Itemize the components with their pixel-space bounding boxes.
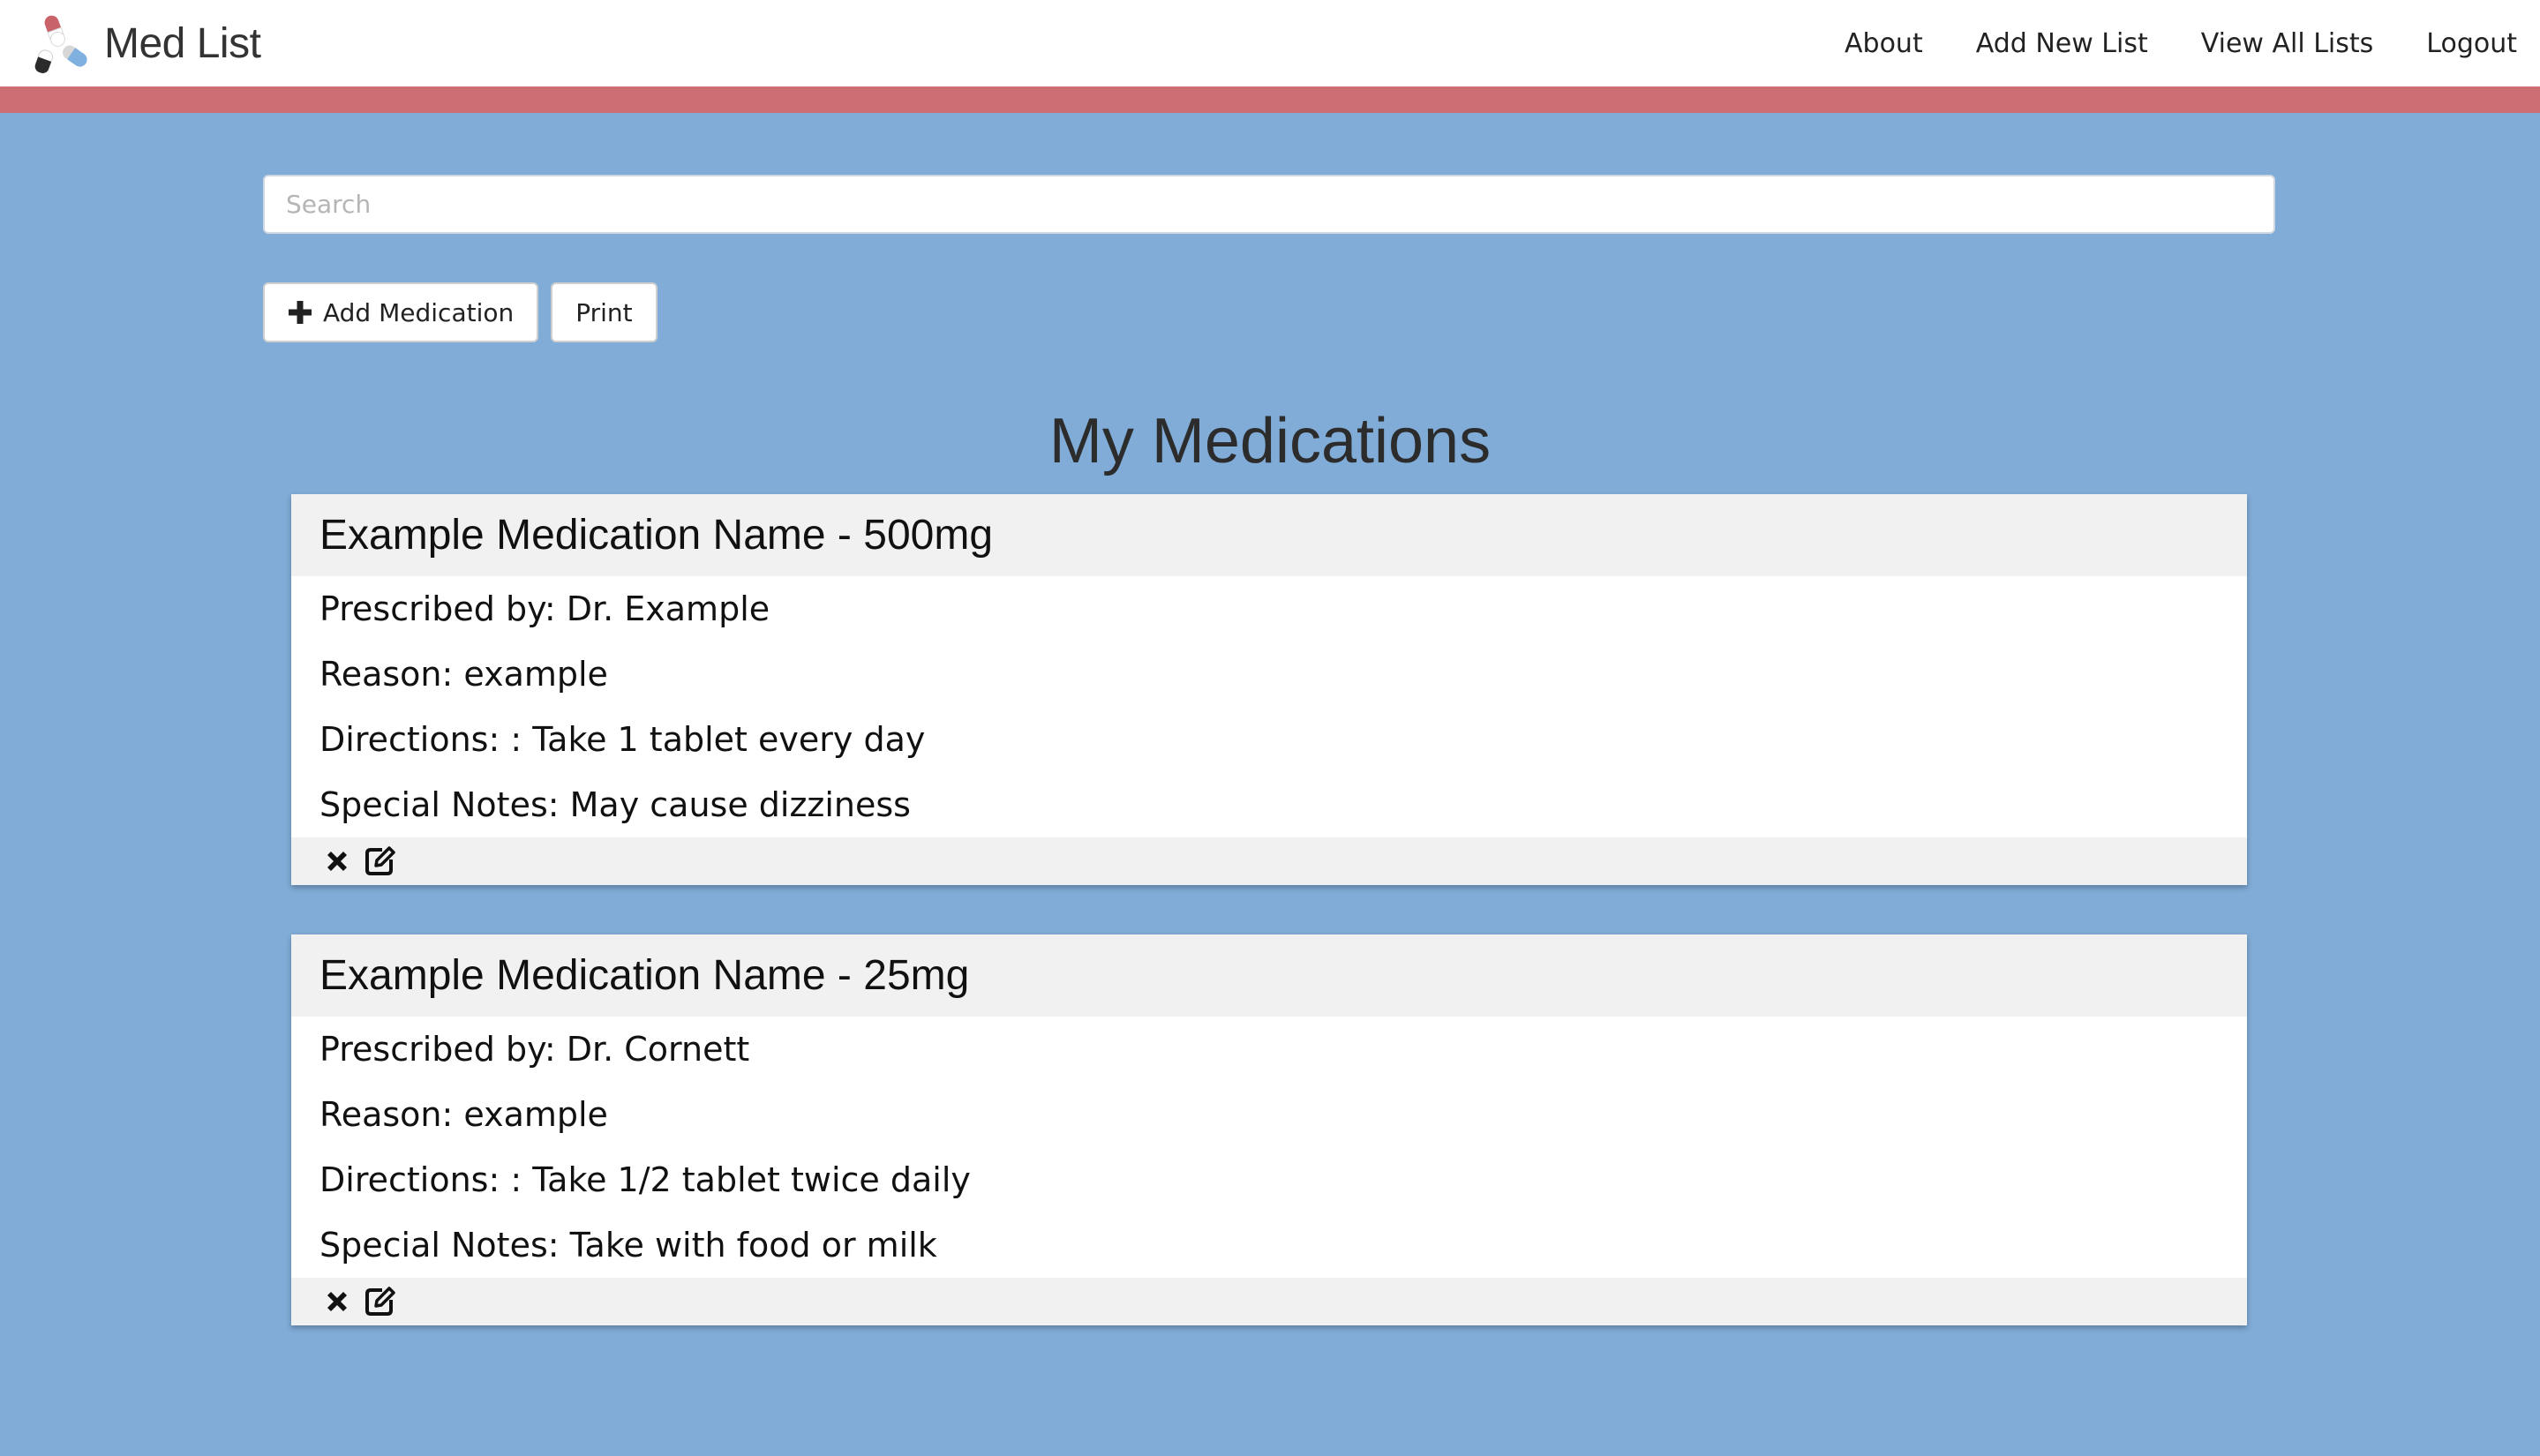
delete-icon[interactable]	[319, 844, 355, 879]
nav-link-logout[interactable]: Logout	[2426, 28, 2517, 59]
print-button[interactable]: Print	[551, 282, 658, 342]
directions: Directions: : Take 1/2 tablet twice dail…	[319, 1160, 971, 1199]
navbar: Med List About Add New List View All Lis…	[0, 0, 2540, 86]
prescribed-by: Prescribed by: Dr. Cornett	[319, 1030, 750, 1069]
add-medication-label: Add Medication	[323, 297, 515, 327]
nav-links: About Add New List View All Lists Logout	[1792, 0, 2517, 86]
action-buttons: Add Medication Print	[263, 282, 670, 342]
page-title: My Medications	[1048, 406, 1492, 477]
pill-capsules-logo-icon	[25, 11, 99, 75]
medication-card: Example Medication Name - 25mg Prescribe…	[291, 934, 2247, 1325]
accent-bar	[0, 86, 2540, 113]
medication-title: Example Medication Name - 25mg	[291, 934, 2247, 1017]
delete-icon[interactable]	[319, 1284, 355, 1319]
nav-link-about[interactable]: About	[1845, 28, 1923, 59]
medication-list: Example Medication Name - 500mg Prescrib…	[291, 494, 2247, 1375]
medication-card: Example Medication Name - 500mg Prescrib…	[291, 494, 2247, 885]
app-name: Med List	[104, 19, 261, 67]
medication-actions	[291, 1278, 2247, 1325]
special-notes: Special Notes: Take with food or milk	[319, 1226, 937, 1265]
nav-link-add-new-list[interactable]: Add New List	[1976, 28, 2148, 59]
medication-actions	[291, 837, 2247, 885]
search-input[interactable]	[263, 175, 2275, 234]
nav-link-view-all-lists[interactable]: View All Lists	[2201, 28, 2374, 59]
medication-details: Prescribed by: Dr. Cornett Reason: examp…	[291, 1017, 2247, 1278]
plus-icon	[288, 300, 312, 325]
prescribed-by: Prescribed by: Dr. Example	[319, 589, 770, 628]
add-medication-button[interactable]: Add Medication	[263, 282, 539, 342]
reason: Reason: example	[319, 1095, 608, 1134]
special-notes: Special Notes: May cause dizziness	[319, 785, 911, 824]
medication-details: Prescribed by: Dr. Example Reason: examp…	[291, 576, 2247, 837]
edit-icon[interactable]	[362, 1284, 397, 1319]
reason: Reason: example	[319, 655, 608, 694]
edit-icon[interactable]	[362, 844, 397, 879]
brand[interactable]: Med List	[25, 9, 261, 78]
print-label: Print	[575, 297, 633, 327]
medication-title: Example Medication Name - 500mg	[291, 494, 2247, 576]
directions: Directions: : Take 1 tablet every day	[319, 720, 926, 759]
